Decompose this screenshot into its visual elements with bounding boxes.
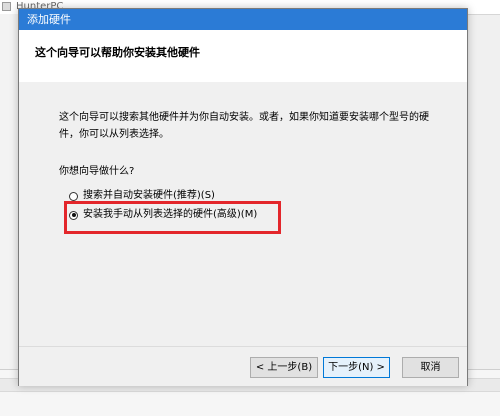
wizard-question: 你想向导做什么? xyxy=(59,166,135,177)
next-button[interactable]: 下一步(N) > xyxy=(323,357,390,378)
cancel-button[interactable]: 取消 xyxy=(402,357,459,378)
red-highlight-annotation xyxy=(64,201,281,234)
radio-button[interactable] xyxy=(69,191,78,201)
back-button[interactable]: < 上一步(B) xyxy=(250,357,318,378)
wizard-footer: < 上一步(B) 下一步(N) > 取消 xyxy=(19,346,467,386)
wizard-header: 这个向导可以帮助你安装其他硬件 xyxy=(19,30,467,83)
computer-icon xyxy=(2,2,11,11)
wizard-header-title: 这个向导可以帮助你安装其他硬件 xyxy=(35,46,200,59)
dialog-titlebar[interactable]: 添加硬件 xyxy=(19,9,467,30)
add-hardware-dialog: 添加硬件 这个向导可以帮助你安装其他硬件 这个向导可以搜索其他硬件并为你自动安装… xyxy=(18,8,468,386)
wizard-content: 这个向导可以搜索其他硬件并为你自动安装。或者，如果你知道要安装哪个型号的硬件，你… xyxy=(19,82,467,346)
background-left-panel xyxy=(0,14,18,369)
dialog-title: 添加硬件 xyxy=(27,13,71,26)
wizard-description: 这个向导可以搜索其他硬件并为你自动安装。或者，如果你知道要安装哪个型号的硬件，你… xyxy=(59,112,429,140)
